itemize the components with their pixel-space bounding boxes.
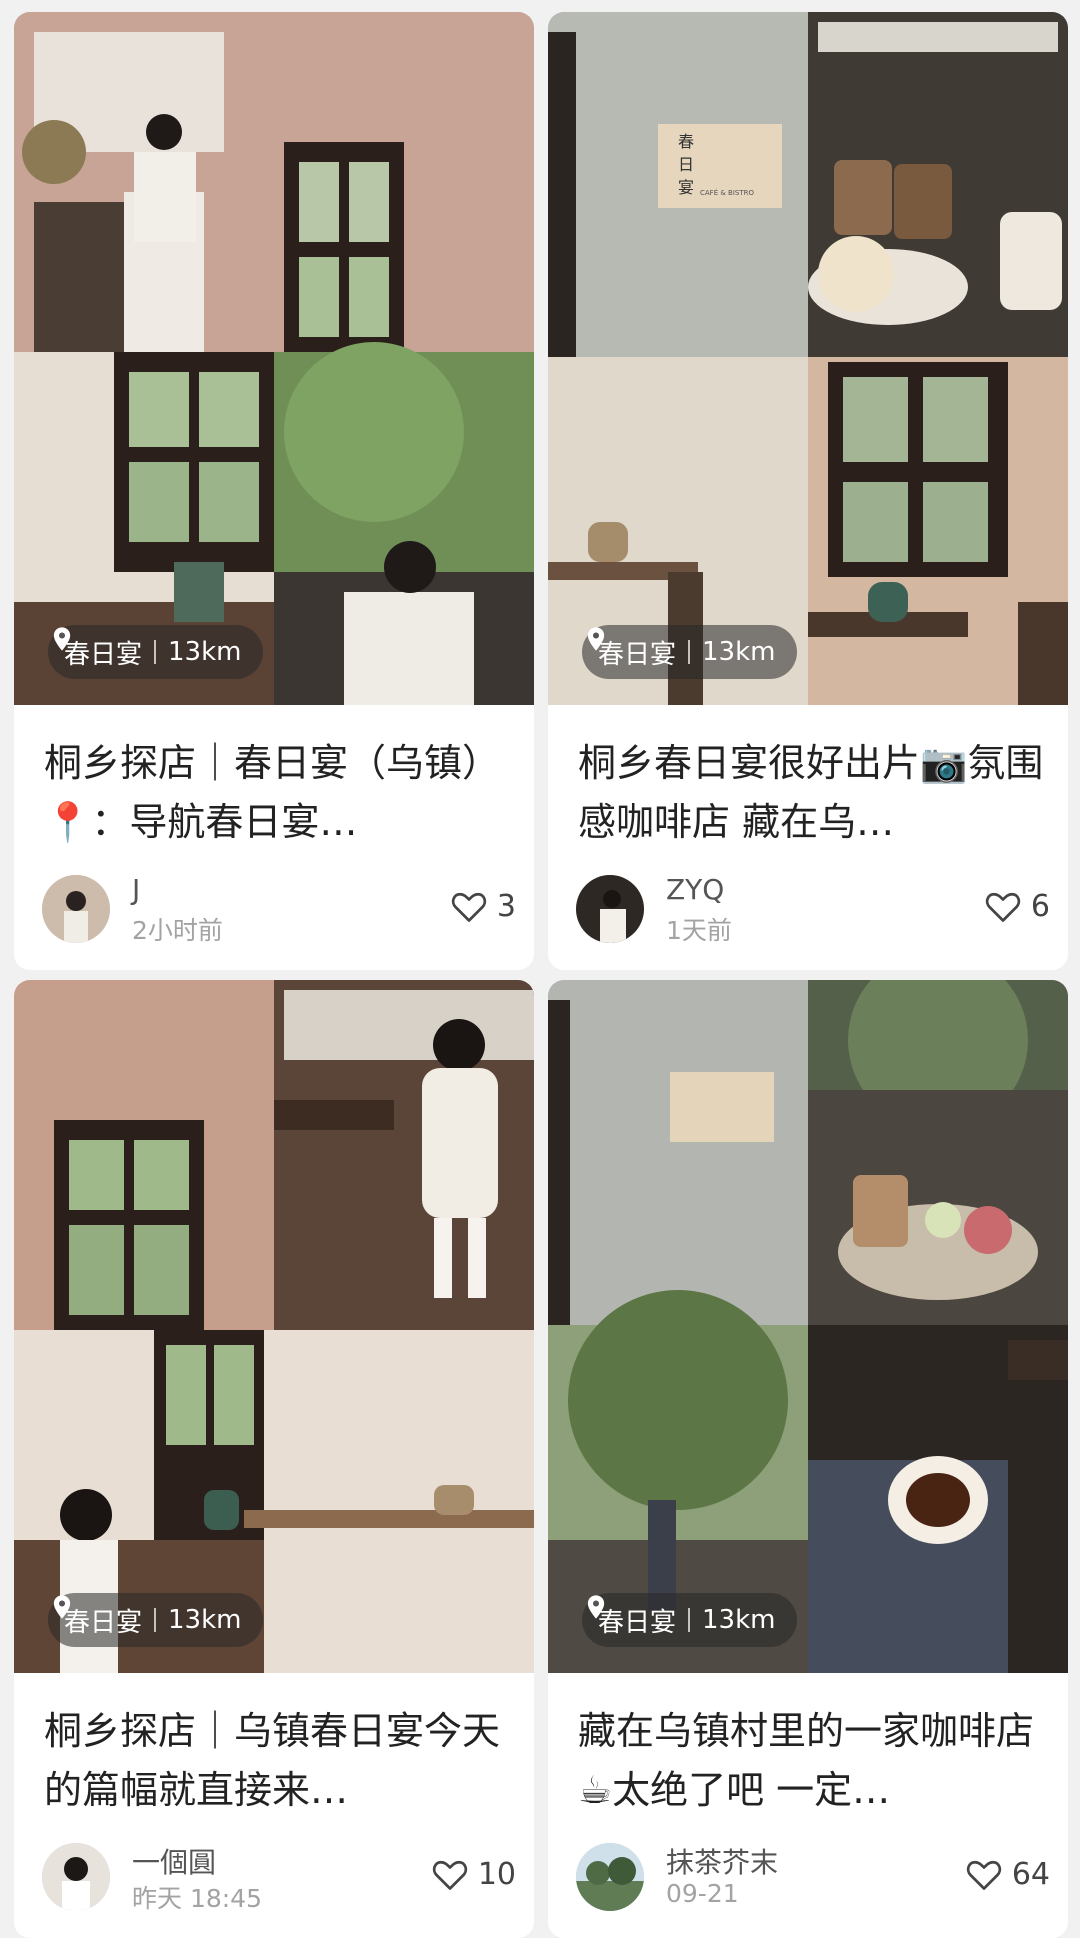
signboard-char: 春: [678, 132, 694, 151]
location-pin-icon: [587, 627, 605, 651]
heart-outline-icon: [966, 1860, 1001, 1890]
avatar[interactable]: [576, 1843, 644, 1911]
heart-outline-icon: [985, 892, 1021, 922]
like-count: 3: [496, 889, 516, 924]
like-count: 10: [477, 1857, 516, 1892]
location-tag[interactable]: 春日宴 13km: [582, 1593, 798, 1647]
author-name[interactable]: 抹茶芥末: [666, 1841, 778, 1881]
location-divider: [154, 640, 157, 664]
note-title[interactable]: 桐乡探店｜乌镇春日宴今天的篇幅就直接来…: [44, 1702, 514, 1820]
signboard-char: 日: [678, 155, 694, 174]
note-cover-image[interactable]: 春日宴 13km: [548, 980, 1068, 1673]
cover-collage: 春 日 宴 CAFÉ & BISTRO: [548, 12, 1068, 705]
signboard-char: 宴: [678, 178, 694, 197]
signboard-subtitle: CAFÉ & BISTRO: [700, 188, 754, 197]
author-name[interactable]: 一個圓: [132, 1841, 216, 1881]
post-time: 昨天 18:45: [132, 1884, 262, 1913]
cover-collage: [14, 12, 534, 705]
location-tag[interactable]: 春日宴 13km: [582, 625, 798, 679]
note-meta: 抹茶芥末 09-21 64: [576, 1835, 1050, 1915]
location-distance: 13km: [168, 1605, 242, 1635]
location-distance: 13km: [702, 1605, 776, 1635]
note-cover-image[interactable]: 春 日 宴 CAFÉ & BISTRO 春日宴 13km: [548, 12, 1068, 705]
avatar[interactable]: [42, 875, 110, 943]
location-divider: [688, 640, 691, 664]
note-meta: 一個圓 昨天 18:45 10: [42, 1835, 516, 1915]
avatar-image: [576, 1843, 644, 1911]
like-count: 64: [1011, 1857, 1050, 1892]
avatar[interactable]: [576, 875, 644, 943]
like-button[interactable]: 3: [451, 889, 516, 924]
avatar[interactable]: [42, 1843, 110, 1911]
heart-outline-icon: [432, 1860, 467, 1890]
post-time: 2小时前: [132, 916, 223, 945]
note-title[interactable]: 桐乡探店｜春日宴（乌镇）📍：导航春日宴…: [44, 734, 514, 852]
like-button[interactable]: 10: [432, 1857, 516, 1892]
like-count: 6: [1030, 889, 1050, 924]
note-meta: J 2小时前 3: [42, 867, 516, 947]
note-card[interactable]: 春日宴 13km 桐乡探店｜春日宴（乌镇）📍：导航春日宴… J 2小时前 3: [14, 12, 534, 970]
like-button[interactable]: 6: [985, 889, 1050, 924]
note-card[interactable]: 春日宴 13km 桐乡探店｜乌镇春日宴今天的篇幅就直接来… 一個圓 昨天 18:…: [14, 980, 534, 1938]
location-pin-icon: [53, 1595, 71, 1619]
note-feed: 春日宴 13km 桐乡探店｜春日宴（乌镇）📍：导航春日宴… J 2小时前 3 春…: [0, 0, 1080, 1938]
heart-outline-icon: [451, 892, 487, 922]
location-distance: 13km: [168, 637, 242, 667]
author-name[interactable]: J: [132, 873, 140, 906]
location-distance: 13km: [702, 637, 776, 667]
author-name[interactable]: ZYQ: [666, 873, 724, 906]
avatar-image: [42, 875, 110, 943]
avatar-image: [576, 875, 644, 943]
location-tag[interactable]: 春日宴 13km: [48, 625, 264, 679]
cover-collage: [14, 980, 534, 1673]
note-title[interactable]: 桐乡春日宴很好出片📷氛围感咖啡店 藏在乌…: [578, 734, 1048, 852]
note-meta: ZYQ 1天前 6: [576, 867, 1050, 947]
note-cover-image[interactable]: 春日宴 13km: [14, 980, 534, 1673]
avatar-image: [42, 1843, 110, 1911]
signboard: [670, 1072, 774, 1142]
note-cover-image[interactable]: 春日宴 13km: [14, 12, 534, 705]
location-tag[interactable]: 春日宴 13km: [48, 1593, 264, 1647]
location-pin-icon: [53, 627, 71, 651]
location-pin-icon: [587, 1595, 605, 1619]
location-divider: [688, 1608, 691, 1632]
post-time: 1天前: [666, 916, 732, 945]
post-time: 09-21: [666, 1879, 739, 1908]
note-card[interactable]: 春日宴 13km 藏在乌镇村里的一家咖啡店☕太绝了吧 一定… 抹茶芥末 09-2…: [548, 980, 1068, 1938]
note-card[interactable]: 春 日 宴 CAFÉ & BISTRO 春日宴 13km 桐乡春日宴很好出片📷氛…: [548, 12, 1068, 970]
cover-collage: [548, 980, 1068, 1673]
like-button[interactable]: 64: [966, 1857, 1050, 1892]
location-divider: [154, 1608, 157, 1632]
note-title[interactable]: 藏在乌镇村里的一家咖啡店☕太绝了吧 一定…: [578, 1702, 1048, 1820]
